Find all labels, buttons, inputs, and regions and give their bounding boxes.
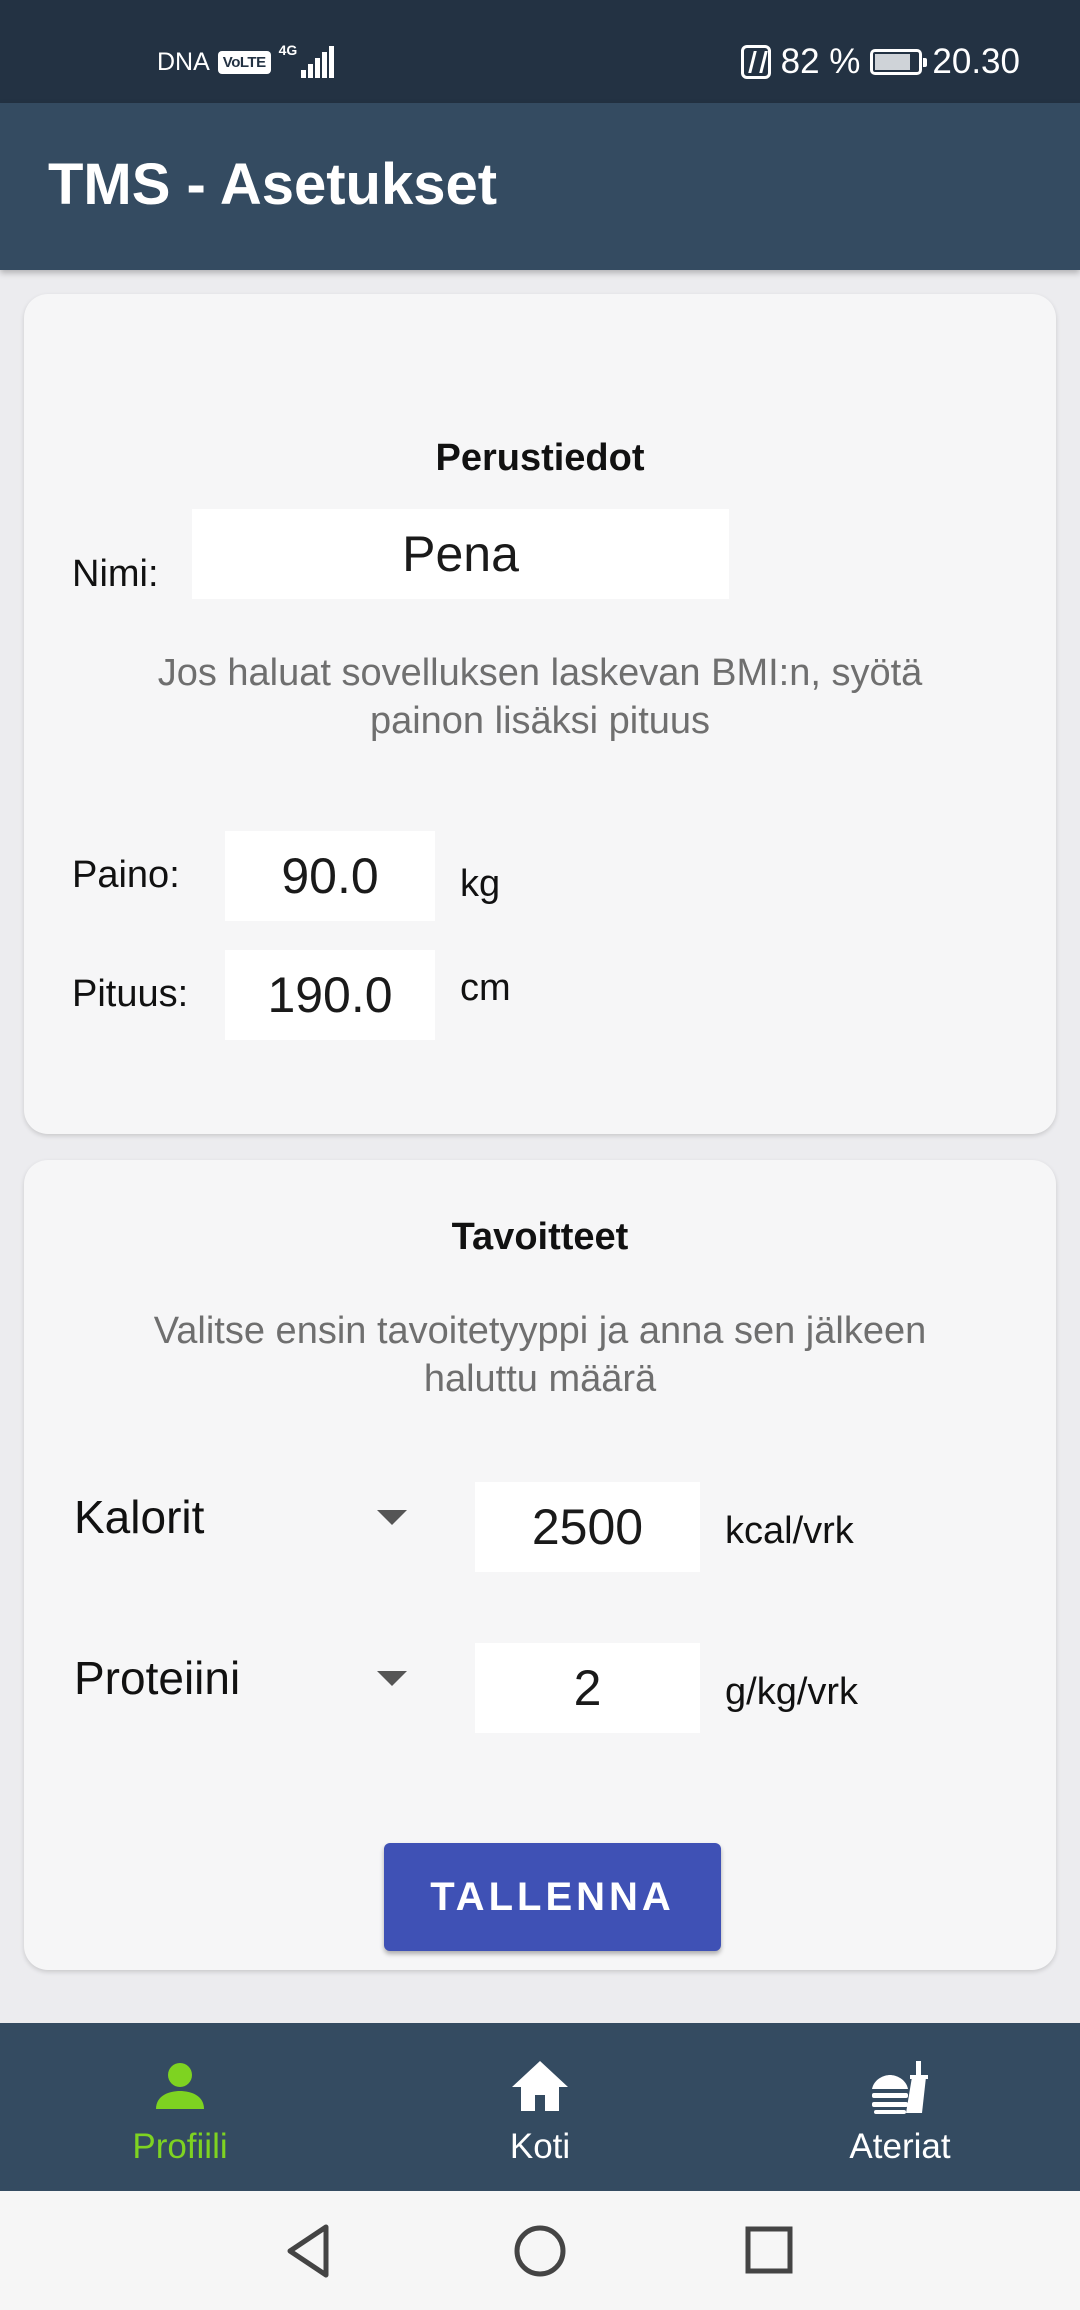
nav-item-meals[interactable]: Ateriat (720, 2023, 1080, 2191)
recents-icon[interactable] (742, 2221, 798, 2281)
height-label: Pituus: (72, 973, 189, 1015)
goals-heading: Tavoitteet (451, 1216, 629, 1258)
dropdown-arrow-icon[interactable] (377, 1671, 407, 1686)
status-bar-left: DNA VoLTE 4G (157, 42, 334, 82)
weight-field[interactable]: 90.0 (225, 831, 435, 921)
height-field[interactable]: 190.0 (225, 950, 435, 1040)
goals-hint: Valitse ensin tavoitetyyppi ja anna sen … (153, 1310, 927, 1400)
calories-goal-unit: kcal/vrk (725, 1510, 854, 1552)
clock: 20.30 (932, 42, 1020, 81)
system-navigation-bar (0, 2191, 1080, 2310)
height-unit: cm (460, 967, 511, 1009)
basic-info-card: Perustiedot Nimi: Pena Jos haluat sovell… (24, 294, 1056, 1134)
home-icon (512, 2061, 568, 2111)
fastfood-icon (872, 2061, 928, 2114)
basic-info-heading: Perustiedot (435, 437, 645, 479)
goal-type-select-protein[interactable]: Proteiini (74, 1651, 240, 1705)
dropdown-arrow-icon[interactable] (377, 1510, 407, 1525)
battery-level (875, 54, 910, 70)
home-circle-icon[interactable] (512, 2221, 568, 2281)
goal-type-select-calories[interactable]: Kalorit (74, 1490, 204, 1544)
nav-label-home: Koti (509, 2127, 571, 2166)
nav-item-home[interactable]: Koti (360, 2023, 720, 2191)
volte-badge: VoLTE (217, 50, 271, 74)
network-type: 4G (278, 42, 298, 58)
carrier-name: DNA (157, 47, 210, 76)
page-title: TMS - Asetukset (48, 152, 498, 217)
name-field[interactable]: Pena (192, 509, 729, 599)
status-bar-right: 82 % 20.30 (740, 40, 1020, 84)
protein-goal-field[interactable]: 2 (475, 1643, 700, 1733)
name-label: Nimi: (72, 553, 159, 595)
goals-card: Tavoitteet Valitse ensin tavoitetyyppi j… (24, 1160, 1056, 1970)
nav-item-profile[interactable]: Profiili (0, 2023, 360, 2191)
app-bar: TMS - Asetukset (0, 103, 1080, 270)
bottom-navigation: Profiili Koti Ateriat (0, 2023, 1080, 2191)
nfc-icon (740, 45, 771, 79)
protein-goal-unit: g/kg/vrk (725, 1671, 859, 1713)
nav-label-profile: Profiili (132, 2127, 228, 2166)
status-bar: DNA VoLTE 4G 82 % 20.30 (0, 0, 1080, 103)
back-icon[interactable] (282, 2221, 336, 2281)
save-button[interactable]: TALLENNA (384, 1843, 721, 1951)
signal-icon: 4G (279, 42, 334, 78)
weight-unit: kg (460, 863, 501, 905)
person-icon (156, 2063, 204, 2109)
weight-label: Paino: (72, 854, 180, 896)
nav-label-meals: Ateriat (849, 2127, 951, 2166)
calories-goal-field[interactable]: 2500 (475, 1482, 700, 1572)
settings-content[interactable]: Perustiedot Nimi: Pena Jos haluat sovell… (0, 270, 1080, 2023)
bmi-hint: Jos haluat sovelluksen laskevan BMI:n, s… (157, 652, 923, 742)
battery-icon (870, 49, 928, 75)
battery-percent: 82 % (780, 42, 861, 81)
